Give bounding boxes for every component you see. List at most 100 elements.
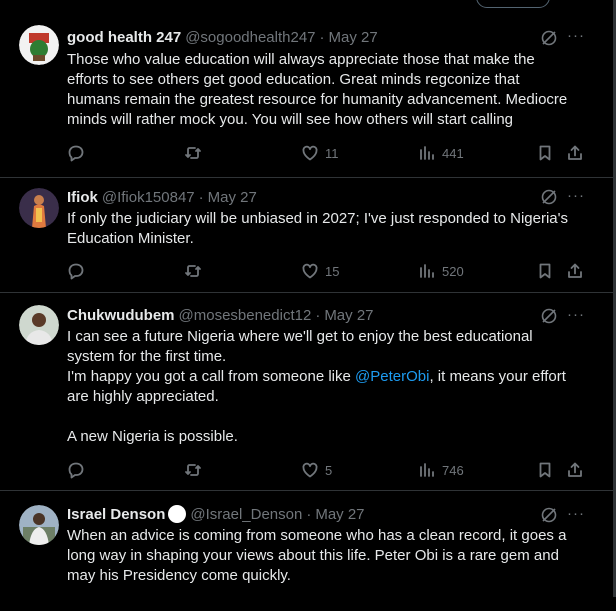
user-handle[interactable]: @Ifiok150847	[102, 189, 195, 206]
views-button[interactable]: 441	[418, 143, 464, 163]
user-handle[interactable]: @sogoodhealth247	[185, 29, 315, 46]
reply-icon	[68, 145, 84, 162]
more-icon[interactable]: ···	[566, 26, 586, 46]
tweet-text: Those who value education will always ap…	[67, 50, 592, 130]
share-icon	[568, 462, 582, 477]
avatar[interactable]	[19, 305, 59, 345]
tweet-text: If only the judiciary will be unbiased i…	[67, 209, 592, 249]
tweet-actions: 11 441	[67, 143, 592, 163]
separator-dot: ·	[315, 306, 321, 324]
tweet-actions: 15 520	[67, 261, 592, 281]
views-count: 746	[442, 462, 464, 478]
grok-icon[interactable]	[540, 506, 558, 524]
tweet-date[interactable]: May 27	[324, 307, 373, 324]
display-name[interactable]: Ifiok	[67, 189, 98, 206]
tweet-text-line: system for the first time.	[67, 348, 227, 365]
tweet-header: Chukwudubem @mosesbenedict12 · May 27	[67, 305, 374, 325]
top-button-edge[interactable]	[476, 0, 550, 8]
avatar[interactable]	[19, 505, 59, 545]
like-count: 15	[325, 263, 340, 279]
tweet-date[interactable]: May 27	[315, 506, 364, 523]
reply-button[interactable]	[67, 460, 91, 480]
grok-icon[interactable]	[540, 188, 558, 206]
avatar[interactable]	[19, 188, 59, 228]
tweet-good-health-247[interactable]: good health 247 @sogoodhealth247 · May 2…	[0, 14, 613, 178]
tweet-ifiok[interactable]: Ifiok @Ifiok150847 · May 27 ··· If only …	[0, 178, 613, 293]
tweet-text-line: I can see a future Nigeria where we'll g…	[67, 328, 533, 345]
like-icon	[302, 145, 318, 161]
like-button[interactable]: 5	[301, 460, 332, 480]
share-icon	[568, 263, 582, 278]
mention-link[interactable]: @PeterObi	[355, 368, 429, 385]
share-button[interactable]	[566, 261, 584, 281]
share-icon	[568, 145, 582, 160]
more-icon[interactable]: ···	[566, 504, 586, 524]
verified-badge-icon	[168, 505, 187, 523]
views-count: 441	[442, 145, 464, 161]
repost-button[interactable]	[184, 261, 208, 281]
bookmark-button[interactable]	[536, 460, 554, 480]
tweet-text-line: are highly appreciated.	[67, 388, 219, 405]
tweet-header: Ifiok @Ifiok150847 · May 27	[67, 187, 257, 207]
tweet-text-line: If only the judiciary will be unbiased i…	[67, 210, 569, 227]
tweet-date[interactable]: May 27	[329, 29, 378, 46]
reply-button[interactable]	[67, 143, 91, 163]
repost-button[interactable]	[184, 143, 208, 163]
tweet-chukwudubem[interactable]: Chukwudubem @mosesbenedict12 · May 27 ··…	[0, 293, 613, 491]
share-button[interactable]	[566, 460, 584, 480]
avatar-image-icon	[19, 505, 59, 545]
tweet-actions: 5 746	[67, 460, 592, 480]
separator-dot: ·	[319, 28, 325, 46]
views-button[interactable]: 520	[418, 261, 464, 281]
separator-dot: ·	[306, 505, 312, 523]
like-button[interactable]: 11	[301, 143, 339, 163]
views-icon	[420, 264, 434, 278]
tweet-text: I can see a future Nigeria where we'll g…	[67, 327, 592, 447]
more-icon[interactable]: ···	[566, 305, 586, 325]
tweet-text-line: may his Presidency come quickly.	[67, 567, 291, 584]
grok-icon[interactable]	[540, 29, 558, 47]
avatar[interactable]	[19, 25, 59, 65]
tweet-header: good health 247 @sogoodhealth247 · May 2…	[67, 27, 378, 47]
tweet-text: When an advice is coming from someone wh…	[67, 526, 592, 586]
like-icon	[302, 462, 318, 478]
user-handle[interactable]: @Israel_Denson	[190, 506, 302, 523]
tweet-israel-denson[interactable]: Israel Denson @Israel_Denson · May 27 ··…	[0, 491, 613, 611]
avatar-image-icon	[19, 25, 59, 65]
display-name[interactable]: good health 247	[67, 29, 181, 46]
bookmark-icon	[539, 263, 551, 279]
bookmark-icon	[539, 145, 551, 161]
tweet-text-line: long way in shaping your views about thi…	[67, 547, 559, 564]
repost-button[interactable]	[184, 460, 208, 480]
user-handle[interactable]: @mosesbenedict12	[179, 307, 312, 324]
more-icon[interactable]: ···	[566, 186, 586, 206]
tweet-text-line: Those who value education will always ap…	[67, 51, 535, 68]
tweet-header: Israel Denson @Israel_Denson · May 27	[67, 504, 365, 524]
views-icon	[420, 146, 434, 160]
tweet-text-line: When an advice is coming from someone wh…	[67, 527, 567, 544]
views-icon	[420, 463, 434, 477]
tweet-text-line: humans remain the greatest resource for …	[67, 91, 568, 108]
display-name[interactable]: Chukwudubem	[67, 307, 175, 324]
like-button[interactable]: 15	[301, 261, 339, 281]
bookmark-icon	[539, 462, 551, 478]
share-button[interactable]	[566, 143, 584, 163]
tweet-text-segment: , it means your effort	[429, 368, 566, 385]
separator-dot: ·	[198, 188, 204, 206]
tweet-text-line: minds will rather mock you. You will see…	[67, 111, 514, 128]
reply-button[interactable]	[67, 261, 91, 281]
reply-icon	[68, 462, 84, 479]
reply-icon	[68, 263, 84, 280]
tweet-text-line: Education Minister.	[67, 230, 194, 247]
bookmark-button[interactable]	[536, 261, 554, 281]
display-name[interactable]: Israel Denson	[67, 506, 165, 523]
tweet-text-segment: I'm happy you got a call from someone li…	[67, 368, 356, 385]
avatar-image-icon	[19, 188, 59, 228]
bookmark-button[interactable]	[536, 143, 554, 163]
views-count: 520	[442, 263, 464, 279]
like-count: 5	[325, 462, 333, 478]
grok-icon[interactable]	[540, 307, 558, 325]
tweet-text-line: efforts to see others get good education…	[67, 71, 520, 88]
views-button[interactable]: 746	[418, 460, 464, 480]
tweet-date[interactable]: May 27	[208, 189, 257, 206]
